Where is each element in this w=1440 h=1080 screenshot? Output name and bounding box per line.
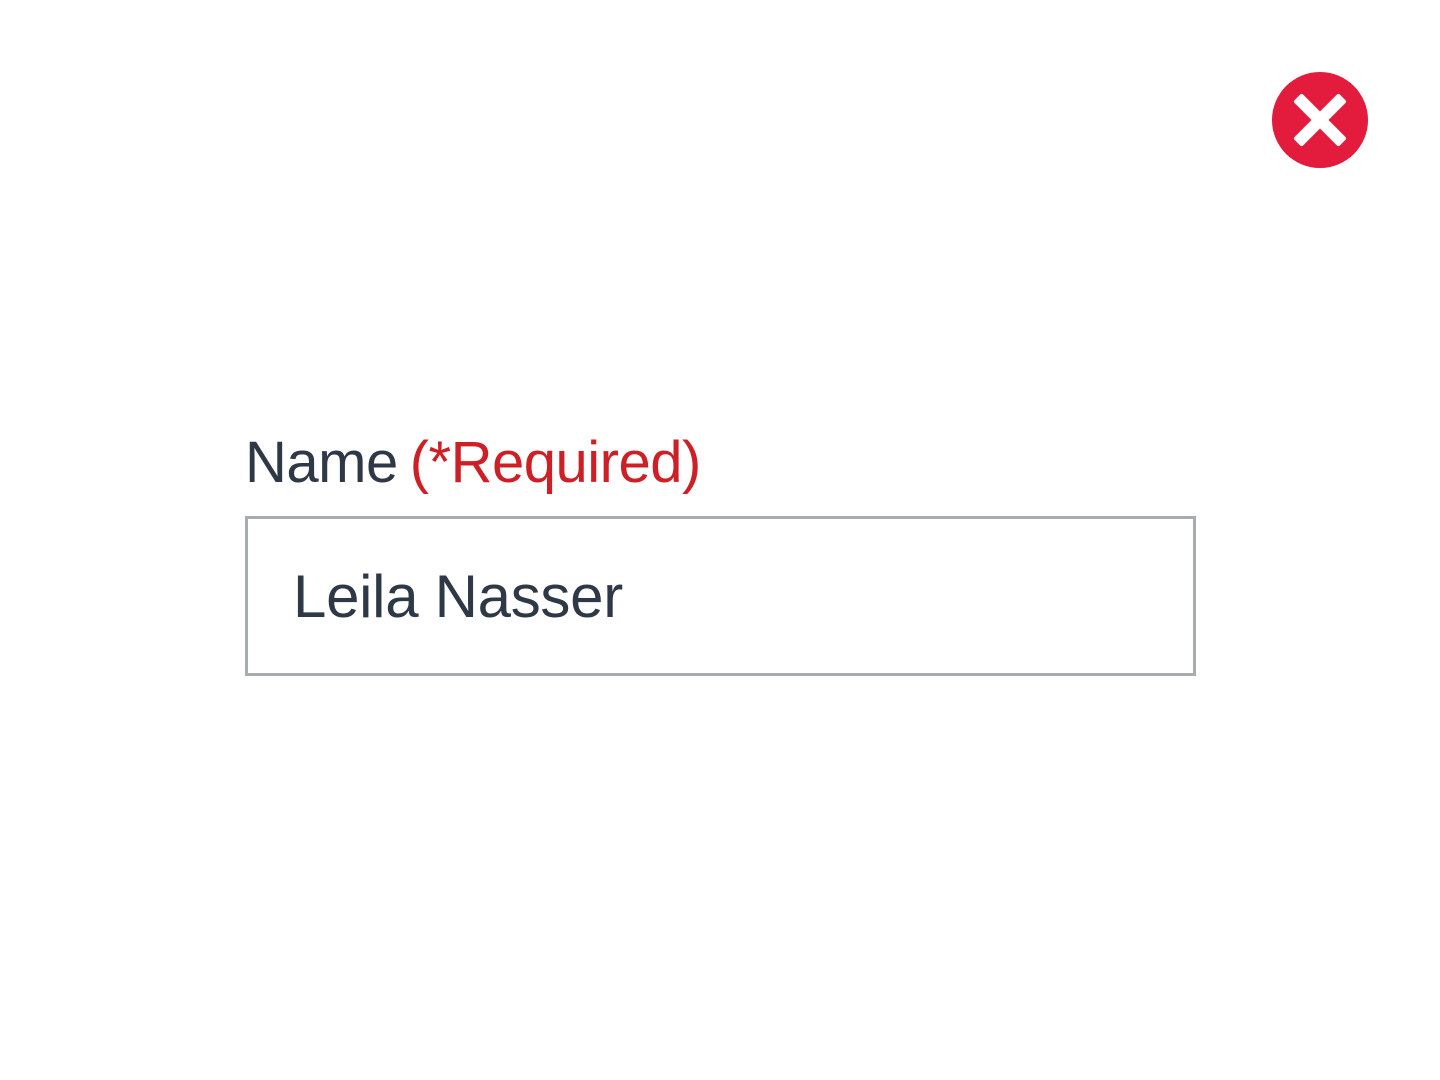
close-button[interactable] [1272,72,1368,168]
required-indicator: (*Required) [409,430,702,495]
name-input[interactable] [248,519,1193,673]
name-label-text: Name [245,430,398,495]
close-icon [1291,91,1349,149]
name-field: Name (*Required) [245,426,1196,676]
name-input-box [245,516,1196,676]
name-field-label: Name (*Required) [245,426,1196,500]
